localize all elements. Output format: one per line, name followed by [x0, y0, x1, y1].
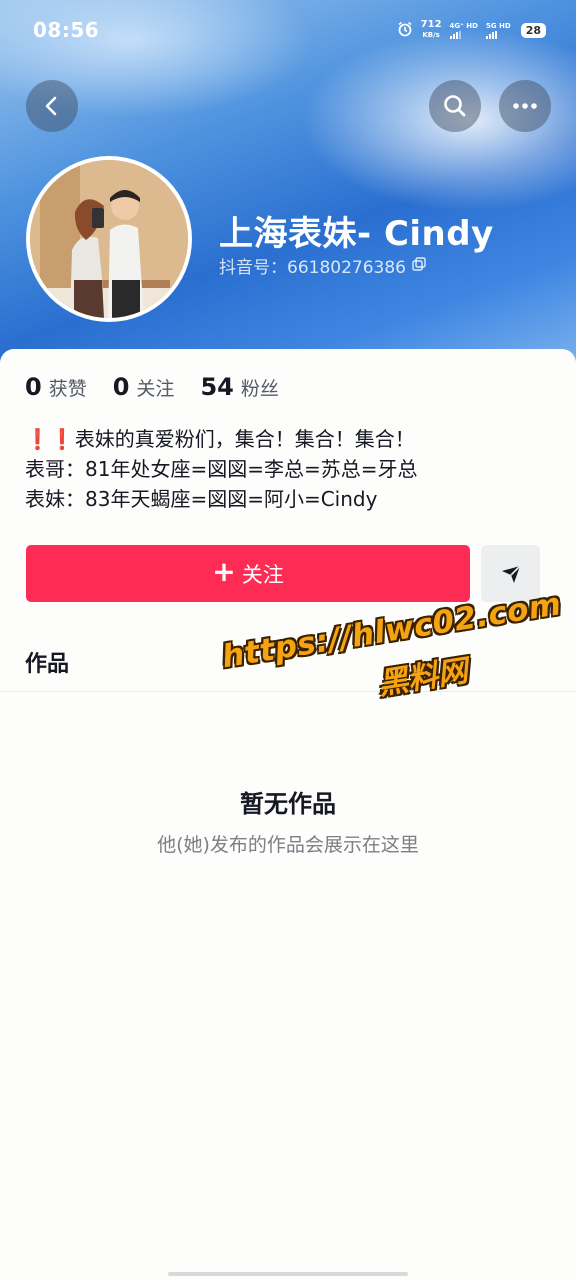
avatar-image — [30, 160, 188, 318]
exclamation-icon: ❗❗ — [25, 427, 75, 451]
profile-bio: ❗❗表妹的真爱粉们，集合！集合！集合！ 表哥：81年处女座=図図=李总=苏总=牙… — [25, 424, 417, 514]
profile-avatar[interactable] — [26, 156, 192, 322]
status-time: 08:56 — [33, 18, 100, 42]
follow-button-label: 关注 — [241, 562, 284, 587]
profile-id-text: 抖音号：66180276386 — [219, 253, 406, 278]
bio-line-1: ❗❗表妹的真爱粉们，集合！集合！集合！ — [25, 424, 417, 454]
chevron-left-icon — [45, 96, 57, 116]
sim1-label: 4G⁺ HD — [449, 21, 478, 30]
bio-line-2: 表哥：81年处女座=図図=李总=苏总=牙总 — [25, 457, 418, 481]
profile-id-label: 抖音号： — [219, 258, 287, 278]
bio-line-3: 表妹：83年天蝎座=図図=阿小=Cindy — [25, 487, 378, 511]
profile-id: 抖音号：66180276386 — [219, 253, 426, 278]
battery-level: 28 — [520, 22, 546, 38]
sim1-signal: 4G⁺ HD — [449, 21, 478, 39]
profile-id-value: 66180276386 — [287, 258, 406, 278]
plus-icon: + — [212, 555, 236, 588]
empty-state-subtitle: 他(她)发布的作品会展示在这里 — [157, 834, 419, 856]
stat-following[interactable]: 0 关注 — [113, 373, 175, 401]
network-speed-unit: KB/s — [422, 31, 440, 39]
profile-name: 上海表妹- Cindy — [219, 214, 494, 254]
stat-following-label: 关注 — [136, 378, 175, 400]
sim2-signal: 5G HD — [485, 21, 511, 39]
status-bar: 08:56 712 KB/s 4G⁺ HD 5G HD 28 — [0, 0, 576, 62]
home-indicator[interactable] — [168, 1272, 408, 1276]
empty-state-title: 暂无作品 — [240, 790, 336, 818]
alarm-icon — [397, 21, 413, 40]
stat-likes[interactable]: 0 获赞 — [25, 373, 87, 401]
network-speed: 712 KB/s — [421, 20, 442, 40]
stat-likes-value: 0 — [25, 373, 42, 401]
tab-works[interactable]: 作品 — [25, 646, 69, 678]
search-icon — [444, 95, 466, 117]
back-button[interactable] — [26, 80, 78, 132]
profile-stats: 0 获赞 0 关注 54 粉丝 — [25, 373, 279, 401]
signal-bars-icon — [485, 30, 511, 39]
stat-followers[interactable]: 54 粉丝 — [200, 373, 278, 401]
stat-following-value: 0 — [112, 373, 130, 401]
sim2-label: 5G HD — [485, 21, 511, 30]
more-button[interactable] — [499, 80, 551, 132]
stat-likes-label: 获赞 — [48, 378, 87, 400]
status-icons: 712 KB/s 4G⁺ HD 5G HD 28 — [397, 20, 546, 40]
copy-icon[interactable] — [412, 256, 426, 276]
stat-followers-label: 粉丝 — [240, 378, 279, 400]
stat-followers-value: 54 — [200, 373, 234, 401]
network-speed-value: 712 — [420, 19, 442, 30]
signal-bars-icon — [449, 30, 478, 39]
search-button[interactable] — [429, 80, 481, 132]
bio-line-1-text: 表妹的真爱粉们，集合！集合！集合！ — [74, 427, 415, 451]
more-horizontal-icon — [513, 103, 537, 109]
